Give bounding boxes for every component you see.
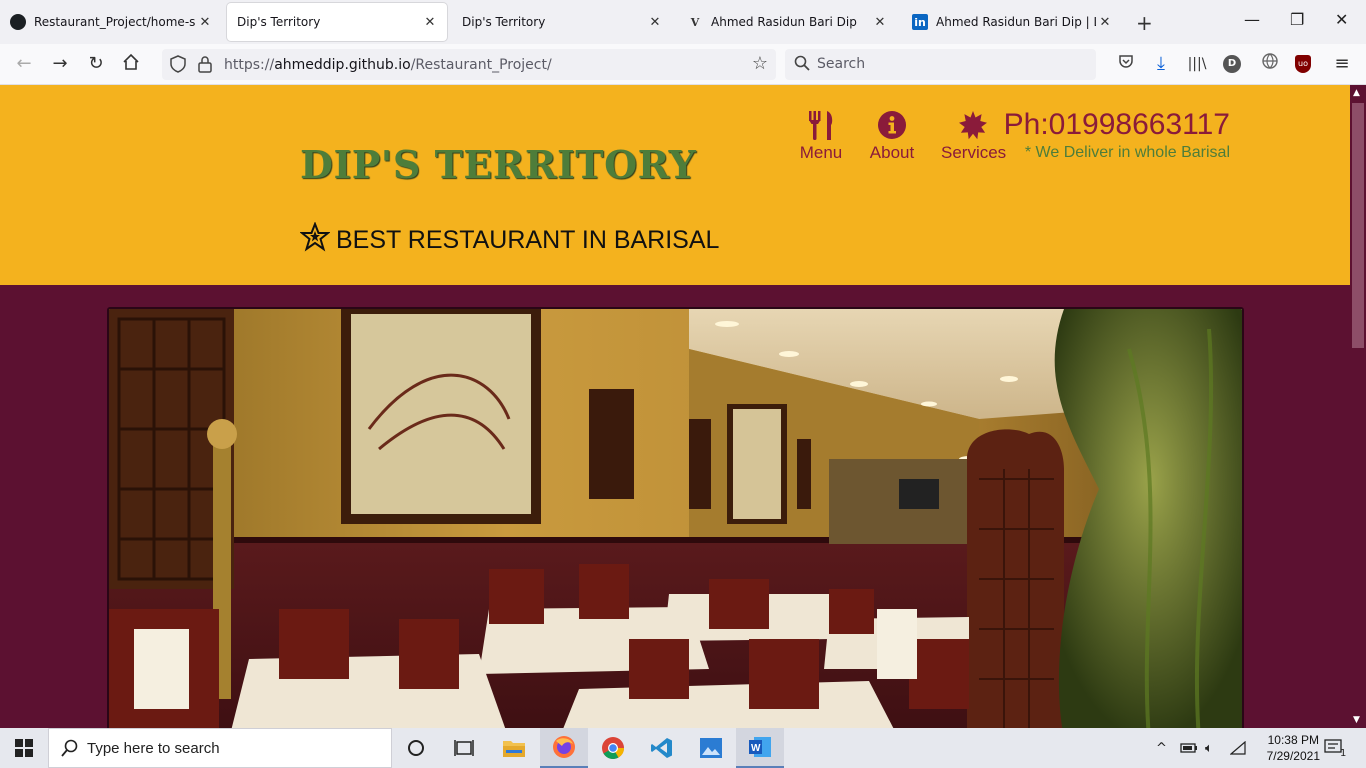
- globe-extension-icon[interactable]: [1259, 53, 1281, 75]
- clock-date: 7/29/2021: [1266, 749, 1320, 763]
- library-icon[interactable]: |||\: [1186, 53, 1208, 75]
- site-header: DIP'S TERRITORY BEST RESTAURANT IN BARIS…: [0, 85, 1350, 285]
- url-scheme: https://: [224, 56, 275, 73]
- forward-arrow-icon[interactable]: →: [49, 53, 71, 75]
- close-icon[interactable]: ✕: [1096, 15, 1114, 30]
- new-tab-plus-icon[interactable]: +: [1136, 11, 1153, 35]
- tab-title: Dip's Territory: [462, 15, 546, 29]
- taskbar-search-box[interactable]: Type here to search: [48, 728, 392, 768]
- star-outline-icon: [299, 221, 331, 259]
- nav-about-label: About: [869, 143, 915, 162]
- volume-icon[interactable]: 🔈︎: [1205, 728, 1213, 768]
- profile-letter: D: [1223, 55, 1241, 73]
- search-icon: [794, 54, 810, 76]
- vscode-icon[interactable]: [638, 728, 686, 768]
- svg-text:W: W: [751, 743, 761, 754]
- network-icon[interactable]: [1230, 728, 1246, 768]
- nav-menu-label: Menu: [799, 143, 843, 162]
- delivery-note: * We Deliver in whole Barisal: [1024, 144, 1230, 161]
- battery-icon[interactable]: [1180, 728, 1198, 768]
- tab-title: Ahmed Rasidun Bari Dip: [711, 15, 857, 29]
- firefox-icon[interactable]: [540, 728, 588, 768]
- contact-block: Ph:01998663117 * We Deliver in whole Bar…: [1004, 108, 1230, 162]
- tab-strip: Restaurant_Project/home-snipp ✕ Dip's Te…: [0, 0, 1366, 44]
- windows-start-icon[interactable]: [0, 728, 48, 768]
- show-hidden-icons-chevron-icon[interactable]: ^: [1156, 728, 1167, 768]
- close-icon[interactable]: ✕: [196, 15, 214, 30]
- hamburger-menu-icon[interactable]: ≡: [1331, 53, 1353, 75]
- photos-icon[interactable]: [687, 728, 735, 768]
- scroll-down-arrow-icon[interactable]: ▼: [1353, 715, 1360, 725]
- close-icon[interactable]: ✕: [871, 15, 889, 30]
- phone-number[interactable]: Ph:01998663117: [1004, 108, 1230, 142]
- profile-avatar[interactable]: D: [1223, 55, 1245, 73]
- tab-title: Dip's Territory: [237, 15, 321, 29]
- vercel-v-icon: V: [690, 15, 700, 29]
- tagline-text: BEST RESTAURANT IN BARISAL: [336, 226, 720, 254]
- ublock-label: uo: [1295, 55, 1311, 73]
- url-path: /Restaurant_Project/: [410, 56, 552, 73]
- close-icon[interactable]: ✕: [421, 15, 439, 30]
- scroll-up-arrow-icon[interactable]: ▲: [1353, 88, 1360, 98]
- github-icon: [10, 14, 26, 30]
- tab-title: Restaurant_Project/home-snipp: [34, 15, 196, 29]
- system-clock[interactable]: 10:38 PM 7/29/2021: [1267, 732, 1320, 764]
- utensils-icon: [799, 109, 843, 141]
- page-viewport: DIP'S TERRITORY BEST RESTAURANT IN BARIS…: [0, 85, 1350, 728]
- url-host: ahmeddip.github.io: [274, 56, 411, 73]
- downloads-icon[interactable]: ⤓: [1150, 53, 1172, 75]
- taskbar-search-placeholder: Type here to search: [87, 739, 220, 757]
- minimize-icon[interactable]: —: [1244, 10, 1260, 29]
- nav-services-label: Services: [941, 143, 1007, 162]
- file-explorer-icon[interactable]: [490, 728, 538, 768]
- navigation-toolbar: ← → ↻ https://ahmeddip.github.io/Restaur…: [0, 44, 1366, 85]
- tab-dips-territory-active[interactable]: Dip's Territory ✕: [227, 3, 447, 41]
- task-view-icon[interactable]: [440, 728, 488, 768]
- bookmark-star-icon[interactable]: ☆: [752, 53, 768, 74]
- nav-about[interactable]: About: [867, 109, 917, 163]
- cortana-icon[interactable]: [392, 728, 440, 768]
- restore-icon[interactable]: ❐: [1290, 10, 1304, 29]
- notification-center-icon[interactable]: 1: [1324, 728, 1346, 768]
- scrollbar-thumb[interactable]: [1352, 103, 1364, 348]
- url-bar[interactable]: https://ahmeddip.github.io/Restaurant_Pr…: [162, 49, 776, 80]
- vertical-scrollbar[interactable]: ▲ ▼: [1350, 85, 1366, 728]
- search-placeholder: Search: [817, 56, 866, 72]
- tab-title: Ahmed Rasidun Bari Dip | Linke: [936, 15, 1096, 29]
- windows-taskbar: Type here to search W ^ 🔈︎ 10:38 PM 7/29…: [0, 728, 1366, 768]
- restaurant-hero-image: [107, 307, 1244, 728]
- clock-time: 10:38 PM: [1267, 733, 1319, 747]
- pocket-icon[interactable]: [1115, 53, 1137, 75]
- notification-count: 1: [1340, 747, 1347, 759]
- chrome-icon[interactable]: [589, 728, 637, 768]
- tab-linkedin[interactable]: in Ahmed Rasidun Bari Dip | Linke ✕: [902, 3, 1122, 41]
- ublock-origin-icon[interactable]: uo: [1295, 55, 1317, 73]
- window-close-icon[interactable]: ✕: [1335, 10, 1348, 29]
- back-arrow-icon[interactable]: ←: [13, 53, 35, 75]
- word-icon[interactable]: W: [736, 728, 784, 768]
- shield-icon[interactable]: [170, 55, 186, 77]
- tab-dips-territory[interactable]: Dip's Territory ✕: [452, 3, 672, 41]
- nav-menu[interactable]: Menu: [799, 109, 843, 163]
- close-icon[interactable]: ✕: [646, 15, 664, 30]
- linkedin-icon: in: [912, 14, 928, 30]
- search-icon: [61, 739, 79, 761]
- reload-icon[interactable]: ↻: [85, 53, 107, 75]
- search-bar[interactable]: Search: [785, 49, 1096, 80]
- info-circle-icon: [867, 109, 917, 141]
- lock-icon[interactable]: [198, 55, 212, 77]
- url-text[interactable]: https://ahmeddip.github.io/Restaurant_Pr…: [224, 57, 552, 73]
- site-tagline: BEST RESTAURANT IN BARISAL: [299, 221, 720, 259]
- home-icon[interactable]: [120, 53, 142, 77]
- site-brand-title[interactable]: DIP'S TERRITORY: [300, 142, 696, 187]
- tab-ahmed-vercel[interactable]: V Ahmed Rasidun Bari Dip ✕: [677, 3, 897, 41]
- nav-services[interactable]: Services: [941, 109, 1007, 163]
- star-burst-icon: [941, 109, 1005, 141]
- tab-github[interactable]: Restaurant_Project/home-snipp ✕: [0, 3, 222, 41]
